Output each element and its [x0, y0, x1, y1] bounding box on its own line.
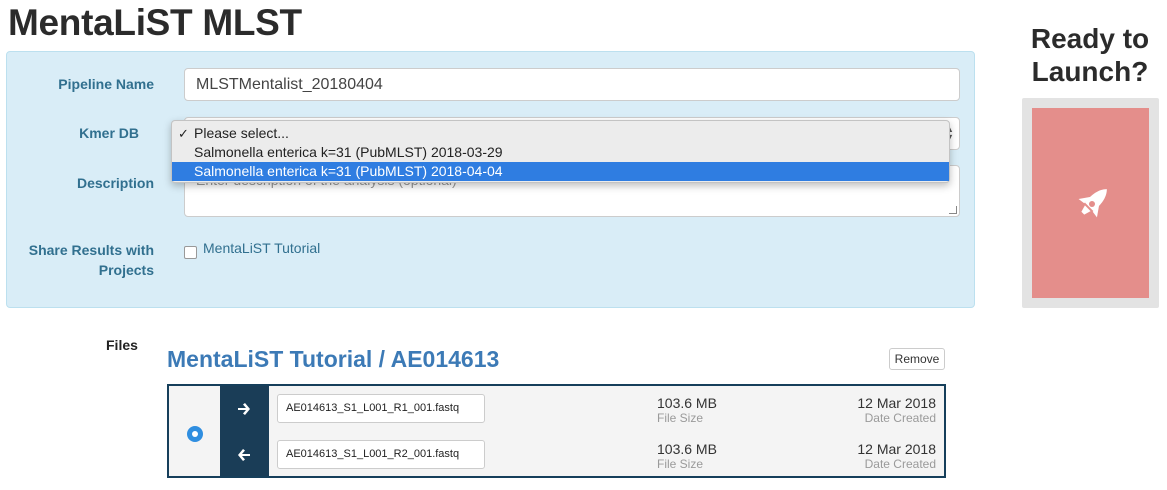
arrow-right-icon [238, 403, 250, 415]
radio-column [169, 386, 220, 476]
page-title: MentaLiST MLST [8, 2, 302, 43]
file-date-label: Date Created [864, 411, 936, 425]
file-size-value: 103.6 MB [657, 441, 717, 457]
file-name-reverse[interactable]: AE014613_S1_L001_R2_001.fastq [277, 440, 485, 469]
file-size-value: 103.6 MB [657, 395, 717, 411]
launch-button[interactable] [1032, 108, 1149, 298]
dropdown-option[interactable]: Salmonella enterica k=31 (PubMLST) 2018-… [172, 143, 949, 162]
dropdown-option-label: Salmonella enterica k=31 (PubMLST) 2018-… [194, 144, 503, 160]
pipeline-name-label: Pipeline Name [58, 76, 154, 92]
file-date-value: 12 Mar 2018 [857, 441, 936, 457]
description-label: Description [76, 175, 154, 191]
share-project-label[interactable]: MentaLiST Tutorial [203, 240, 320, 256]
dropdown-option-label: Please select... [194, 125, 289, 141]
remove-button[interactable]: Remove [889, 348, 945, 370]
resize-grip-icon[interactable] [949, 206, 957, 214]
dropdown-option-highlighted[interactable]: Salmonella enterica k=31 (PubMLST) 2018-… [172, 162, 949, 181]
checkmark-icon: ✓ [178, 126, 189, 141]
file-size-label: File Size [657, 457, 704, 471]
direction-column [220, 386, 269, 476]
share-project-checkbox[interactable] [184, 246, 197, 259]
pipeline-name-input[interactable]: MLSTMentalist_20180404 [184, 68, 960, 101]
dropdown-option[interactable]: ✓ Please select... [172, 124, 949, 143]
rocket-icon [1078, 189, 1107, 218]
file-size-reverse: 103.6 MB File Size [657, 442, 717, 471]
kmer-db-label: Kmer DB [79, 125, 139, 141]
dropdown-option-label: Salmonella enterica k=31 (PubMLST) 2018-… [194, 163, 503, 179]
file-date-forward: 12 Mar 2018 Date Created [857, 396, 936, 425]
arrow-left-icon [238, 449, 250, 461]
launch-title: Ready to Launch? [1030, 23, 1150, 87]
sample-title[interactable]: MentaLiST Tutorial / AE014613 [167, 346, 499, 373]
share-results-label: Share Results with Projects [28, 242, 154, 278]
radio-selected-icon[interactable] [187, 426, 203, 442]
files-label: Files [106, 337, 138, 353]
file-size-forward: 103.6 MB File Size [657, 396, 717, 425]
file-pair-box: AE014613_S1_L001_R1_001.fastq 103.6 MB F… [167, 384, 946, 478]
file-name-forward[interactable]: AE014613_S1_L001_R1_001.fastq [277, 394, 485, 423]
file-date-label: Date Created [864, 457, 936, 471]
launch-frame [1022, 98, 1159, 308]
file-date-value: 12 Mar 2018 [857, 395, 936, 411]
file-size-label: File Size [657, 411, 704, 425]
kmer-db-dropdown-menu: ✓ Please select... Salmonella enterica k… [171, 120, 950, 183]
file-date-reverse: 12 Mar 2018 Date Created [857, 442, 936, 471]
